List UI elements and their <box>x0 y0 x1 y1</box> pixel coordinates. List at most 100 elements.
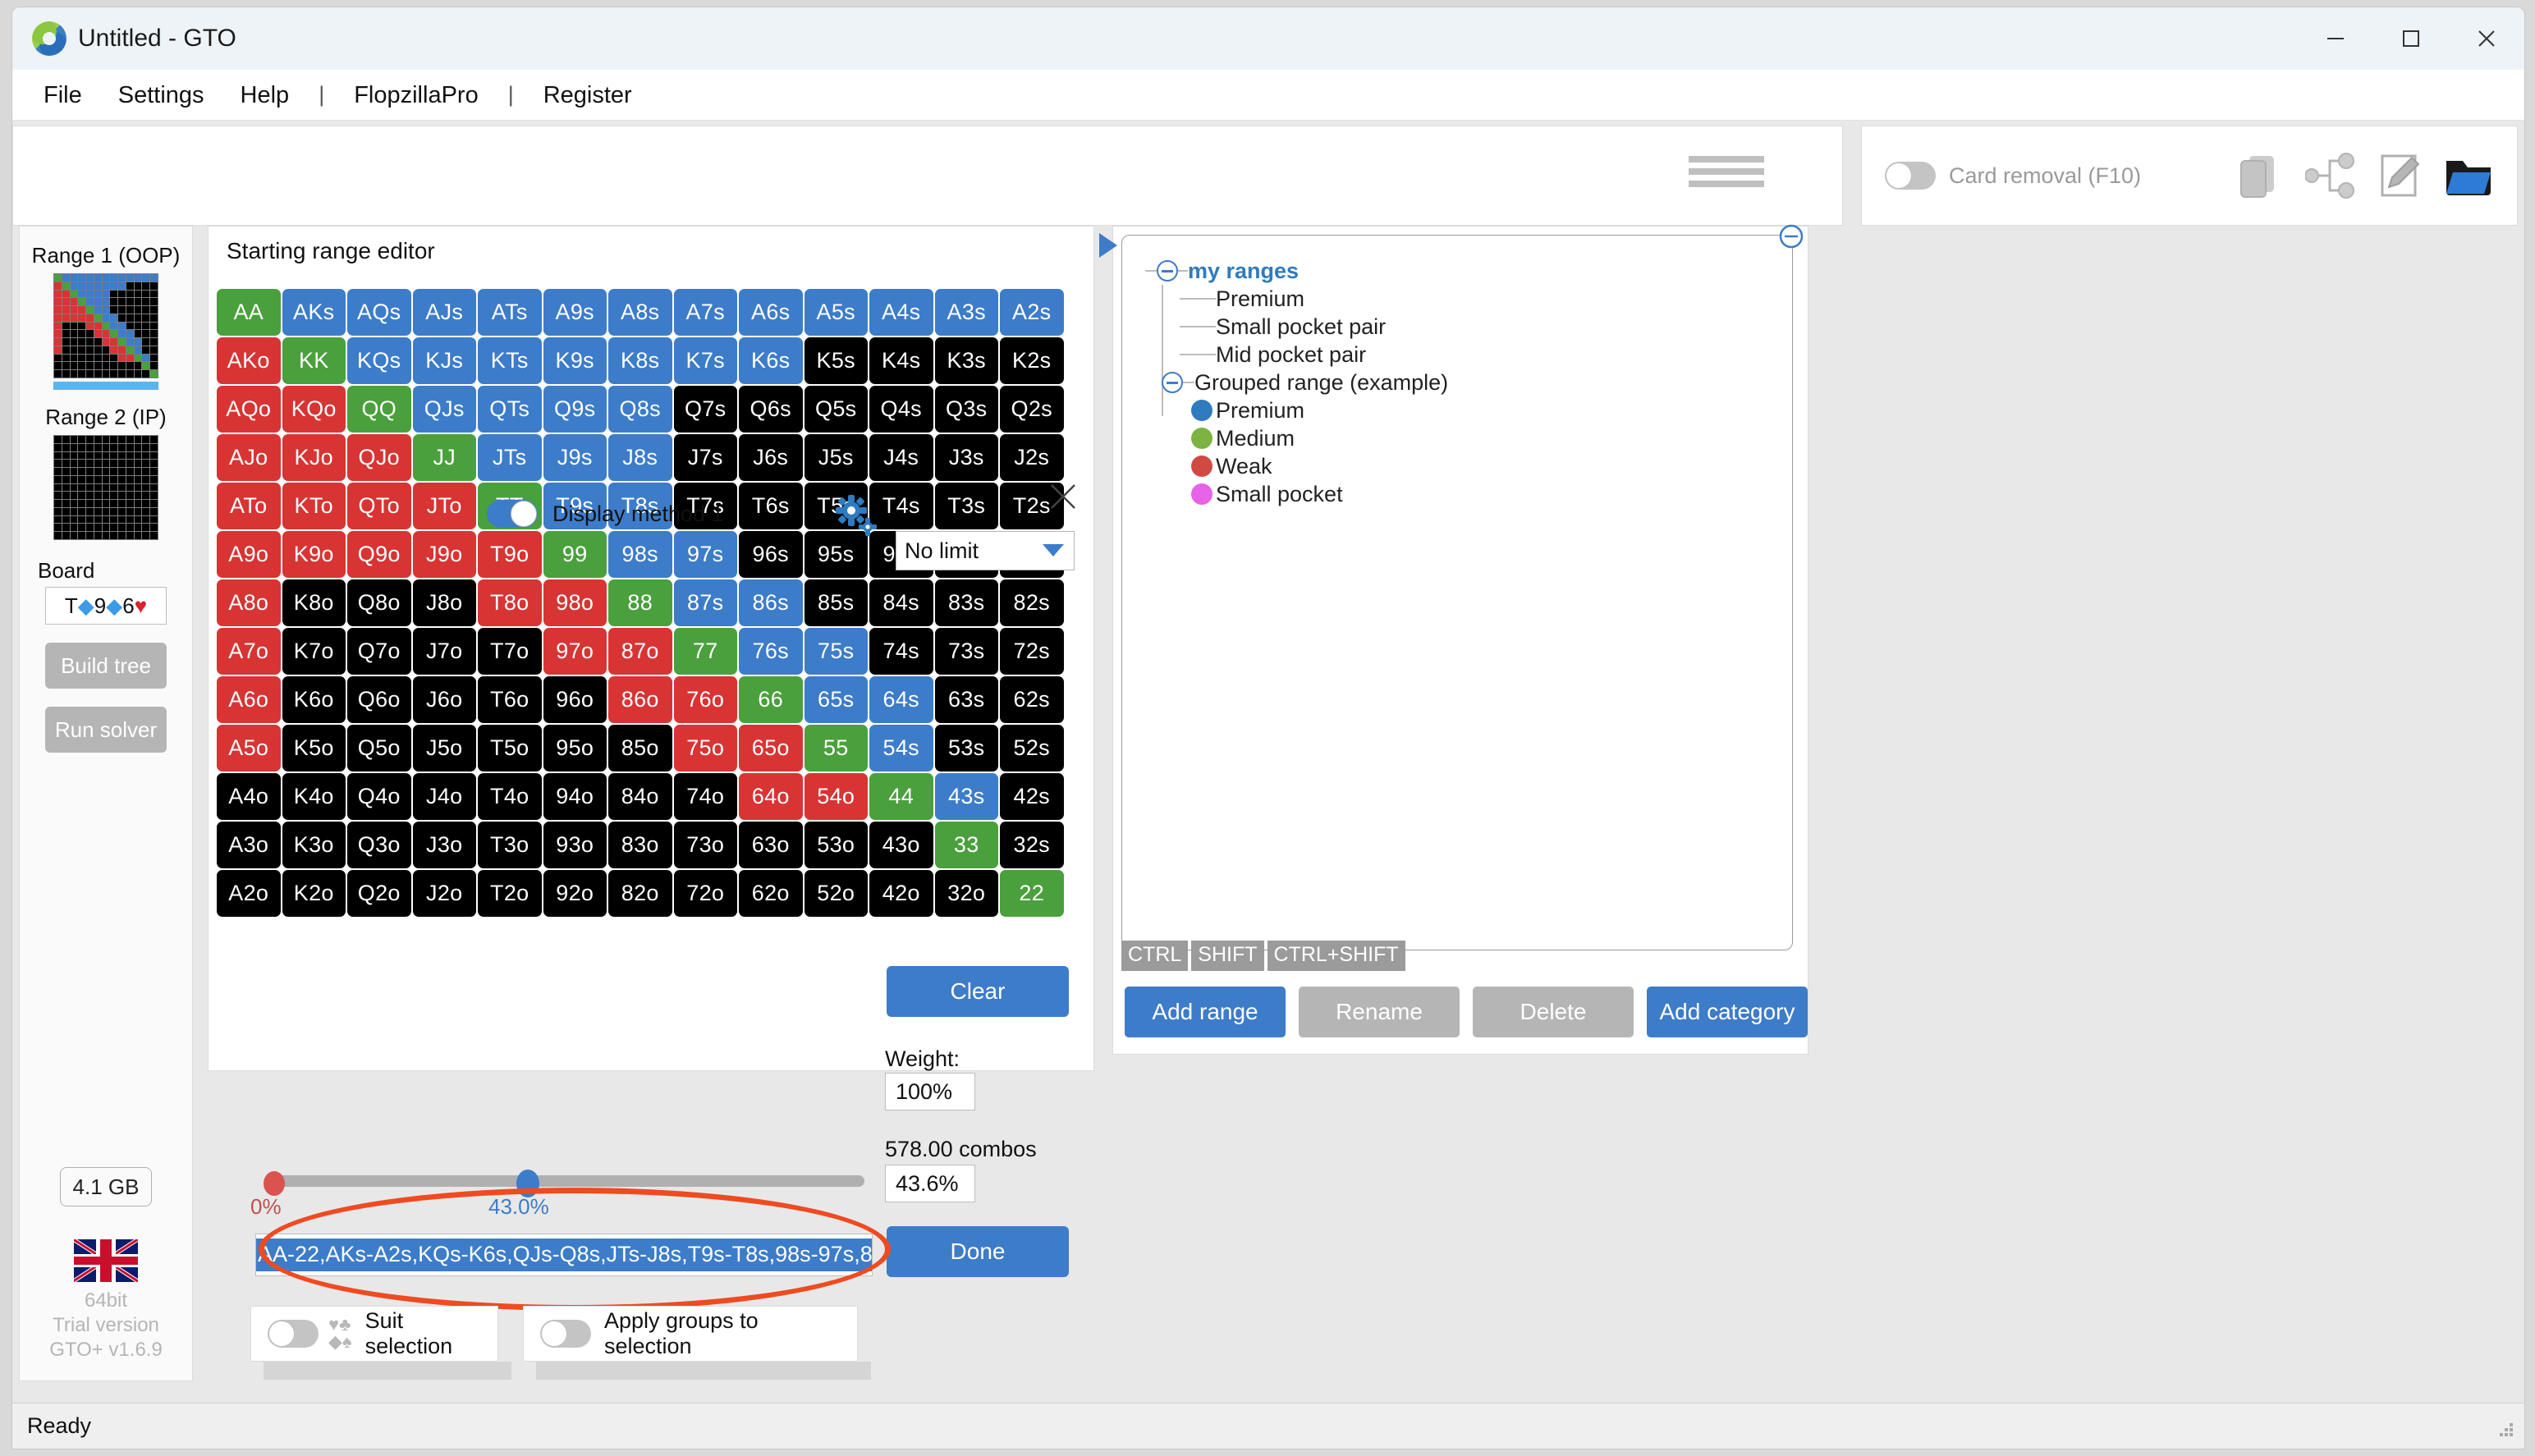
matrix-cell-32o[interactable]: 32o <box>934 870 998 917</box>
range2-mini-matrix[interactable] <box>53 435 158 540</box>
matrix-cell-K2o[interactable]: K2o <box>282 870 346 917</box>
run-solver-button[interactable]: Run solver <box>45 707 167 753</box>
matrix-cell-72o[interactable]: 72o <box>673 870 737 917</box>
matrix-cell-J2o[interactable]: J2o <box>412 870 476 917</box>
resize-grip-icon[interactable] <box>2495 1418 2516 1444</box>
minimize-icon[interactable] <box>2298 7 2373 70</box>
menu-item-file[interactable]: File <box>25 70 100 121</box>
matrix-cell-T4o[interactable]: T4o <box>478 773 542 820</box>
add-category-button[interactable]: Add category <box>1647 987 1808 1037</box>
matrix-cell-Q8o[interactable]: Q8o <box>347 579 411 626</box>
build-tree-button[interactable]: Build tree <box>45 643 167 689</box>
matrix-cell-75o[interactable]: 75o <box>673 725 737 771</box>
cards-icon[interactable] <box>2238 151 2284 200</box>
apply-groups-toggle[interactable] <box>540 1320 591 1348</box>
matrix-cell-K6o[interactable]: K6o <box>282 676 346 723</box>
matrix-cell-22[interactable]: 22 <box>1000 870 1064 917</box>
matrix-cell-87o[interactable]: 87o <box>608 628 672 675</box>
tree-group-item-small-pocket[interactable]: Small pocket <box>1145 480 1448 508</box>
matrix-cell-76s[interactable]: 76s <box>739 628 803 675</box>
uk-flag-icon[interactable] <box>74 1239 138 1282</box>
matrix-cell-76o[interactable]: 76o <box>673 676 737 723</box>
matrix-cell-QTs[interactable]: QTs <box>478 386 542 433</box>
matrix-cell-AJo[interactable]: AJo <box>217 434 281 481</box>
matrix-cell-64o[interactable]: 64o <box>739 773 803 820</box>
matrix-cell-K5o[interactable]: K5o <box>282 725 346 771</box>
matrix-cell-J4s[interactable]: J4s <box>869 434 933 481</box>
tree-node-small-pocket-pair[interactable]: Small pocket pair <box>1145 313 1448 341</box>
matrix-cell-Q6s[interactable]: Q6s <box>739 386 803 433</box>
matrix-cell-J3s[interactable]: J3s <box>934 434 998 481</box>
drag-handle-icon[interactable] <box>1689 156 1764 193</box>
weight-input[interactable]: 100% <box>885 1073 975 1110</box>
matrix-cell-99[interactable]: 99 <box>543 531 607 578</box>
matrix-cell-Q8s[interactable]: Q8s <box>608 386 672 433</box>
matrix-cell-75s[interactable]: 75s <box>804 628 868 675</box>
matrix-cell-J8s[interactable]: J8s <box>608 434 672 481</box>
matrix-cell-65s[interactable]: 65s <box>804 676 868 723</box>
matrix-cell-43o[interactable]: 43o <box>869 822 933 868</box>
matrix-cell-96o[interactable]: 96o <box>543 676 607 723</box>
matrix-cell-93o[interactable]: 93o <box>543 822 607 868</box>
matrix-cell-Q2o[interactable]: Q2o <box>347 870 411 917</box>
menu-item-settings[interactable]: Settings <box>100 70 222 121</box>
matrix-cell-74o[interactable]: 74o <box>673 773 737 820</box>
matrix-cell-K3o[interactable]: K3o <box>282 822 346 868</box>
tree-node-grouped-range[interactable]: Grouped range (example) <box>1145 369 1448 396</box>
matrix-cell-A5s[interactable]: A5s <box>804 289 868 336</box>
matrix-cell-A6s[interactable]: A6s <box>739 289 803 336</box>
matrix-cell-A3s[interactable]: A3s <box>934 289 998 336</box>
delete-button[interactable]: Delete <box>1473 987 1634 1037</box>
matrix-cell-A8s[interactable]: A8s <box>608 289 672 336</box>
card-removal-toggle[interactable] <box>1885 162 1936 190</box>
matrix-cell-A7o[interactable]: A7o <box>217 628 281 675</box>
tree-node-mid-pocket-pair[interactable]: Mid pocket pair <box>1145 341 1448 369</box>
matrix-cell-J6o[interactable]: J6o <box>412 676 476 723</box>
matrix-cell-54o[interactable]: 54o <box>804 773 868 820</box>
matrix-cell-82s[interactable]: 82s <box>1000 579 1064 626</box>
matrix-cell-95o[interactable]: 95o <box>543 725 607 771</box>
range1-mini-matrix[interactable] <box>53 273 158 378</box>
matrix-cell-K9s[interactable]: K9s <box>543 337 607 384</box>
matrix-cell-A3o[interactable]: A3o <box>217 822 281 868</box>
matrix-cell-A8o[interactable]: A8o <box>217 579 281 626</box>
matrix-cell-KTs[interactable]: KTs <box>478 337 542 384</box>
matrix-cell-A5o[interactable]: A5o <box>217 725 281 771</box>
matrix-cell-82o[interactable]: 82o <box>608 870 672 917</box>
gear-icon[interactable] <box>833 492 879 543</box>
matrix-cell-J4o[interactable]: J4o <box>412 773 476 820</box>
matrix-cell-T3s[interactable]: T3s <box>934 483 998 529</box>
matrix-cell-K3s[interactable]: K3s <box>934 337 998 384</box>
matrix-cell-98s[interactable]: 98s <box>608 531 672 578</box>
matrix-cell-55[interactable]: 55 <box>804 725 868 771</box>
tree-group-item-medium[interactable]: Medium <box>1145 424 1448 452</box>
slider-handle-min[interactable] <box>264 1171 285 1196</box>
matrix-cell-Q9s[interactable]: Q9s <box>543 386 607 433</box>
editor-close-icon[interactable] <box>1048 482 1078 515</box>
matrix-cell-73s[interactable]: 73s <box>934 628 998 675</box>
matrix-cell-KJs[interactable]: KJs <box>412 337 476 384</box>
matrix-cell-A4o[interactable]: A4o <box>217 773 281 820</box>
rename-button[interactable]: Rename <box>1299 987 1460 1037</box>
matrix-cell-K4o[interactable]: K4o <box>282 773 346 820</box>
matrix-cell-33[interactable]: 33 <box>934 822 998 868</box>
matrix-cell-QJs[interactable]: QJs <box>412 386 476 433</box>
done-button[interactable]: Done <box>887 1226 1069 1277</box>
matrix-cell-74s[interactable]: 74s <box>869 628 933 675</box>
menu-item-help[interactable]: Help <box>222 70 308 121</box>
matrix-cell-K2s[interactable]: K2s <box>1000 337 1064 384</box>
matrix-cell-AKo[interactable]: AKo <box>217 337 281 384</box>
tree-node-root[interactable]: my ranges <box>1145 257 1448 416</box>
tree-icon[interactable] <box>2305 151 2356 200</box>
matrix-cell-72s[interactable]: 72s <box>1000 628 1064 675</box>
matrix-cell-T8o[interactable]: T8o <box>478 579 542 626</box>
matrix-cell-42o[interactable]: 42o <box>869 870 933 917</box>
matrix-cell-AQs[interactable]: AQs <box>347 289 411 336</box>
matrix-cell-T6o[interactable]: T6o <box>478 676 542 723</box>
matrix-cell-J3o[interactable]: J3o <box>412 822 476 868</box>
matrix-cell-83s[interactable]: 83s <box>934 579 998 626</box>
matrix-cell-T5o[interactable]: T5o <box>478 725 542 771</box>
matrix-cell-T9o[interactable]: T9o <box>478 531 542 578</box>
add-range-button[interactable]: Add range <box>1125 987 1286 1037</box>
matrix-cell-A7s[interactable]: A7s <box>673 289 737 336</box>
